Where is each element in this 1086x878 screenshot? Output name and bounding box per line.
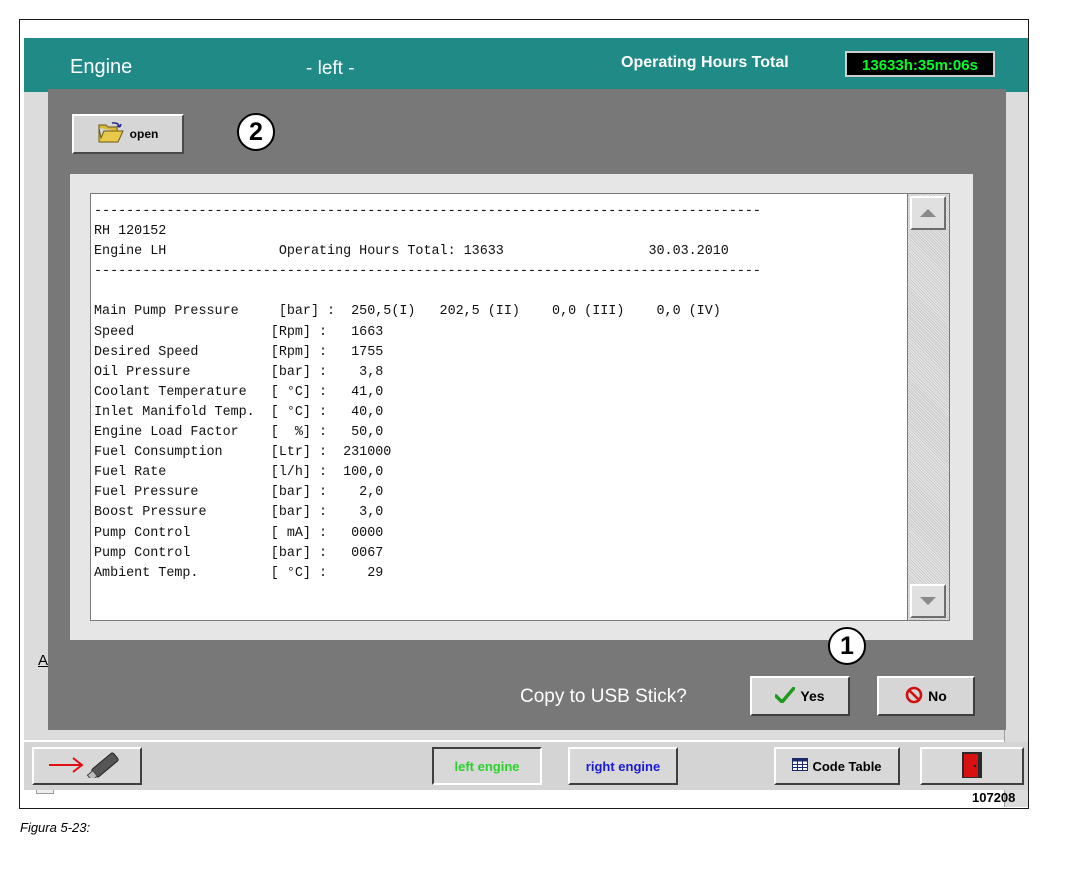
right-engine-label: right engine xyxy=(585,758,661,774)
usb-stick-icon xyxy=(47,751,127,781)
exit-button[interactable] xyxy=(920,747,1024,785)
usb-stick-button[interactable] xyxy=(32,747,142,785)
scroll-down-button[interactable] xyxy=(910,584,946,618)
page-title: Engine xyxy=(70,56,133,78)
usb-export-dialog: open 2 ---------------------------------… xyxy=(48,89,1006,730)
code-table-label: Code Table xyxy=(812,758,882,774)
scroll-up-button[interactable] xyxy=(910,196,946,230)
callout-1: 1 xyxy=(828,627,866,665)
open-button[interactable]: open xyxy=(72,114,184,154)
callout-2: 2 xyxy=(237,113,275,151)
prohibited-icon xyxy=(905,686,923,707)
checkmark-icon xyxy=(774,685,797,706)
exit-door-icon xyxy=(961,751,983,782)
figure-caption: Figura 5-23: xyxy=(20,820,91,835)
no-button-label: No xyxy=(928,688,947,704)
yes-button-label: Yes xyxy=(800,688,825,704)
figure-id: 107208 xyxy=(972,790,1016,805)
engine-side-label: - left - xyxy=(306,58,355,79)
report-panel: ----------------------------------------… xyxy=(70,174,973,640)
no-button[interactable]: No xyxy=(877,676,975,716)
code-table-button[interactable]: Code Table xyxy=(774,747,900,785)
bottom-toolbar: left engine right engine Code Table xyxy=(24,742,1028,790)
yes-button[interactable]: Yes xyxy=(750,676,850,716)
open-button-label: open xyxy=(129,127,159,141)
background-label-stub: A xyxy=(38,652,49,669)
operating-hours-label: Operating Hours Total xyxy=(621,54,789,71)
operating-hours-counter: 13633h:35m:06s xyxy=(845,51,995,77)
right-engine-button[interactable]: right engine xyxy=(568,747,678,785)
copy-question: Copy to USB Stick? xyxy=(520,686,687,707)
left-engine-button[interactable]: left engine xyxy=(432,747,542,785)
table-icon xyxy=(792,758,809,774)
arrow-down-icon xyxy=(920,597,936,605)
left-engine-label: left engine xyxy=(454,758,520,774)
report-scrollbar[interactable] xyxy=(908,193,950,621)
screenshot-frame: Engine - left - Operating Hours Total 13… xyxy=(19,19,1029,809)
report-text: ----------------------------------------… xyxy=(94,204,761,581)
title-bar: Engine - left - Operating Hours Total 13… xyxy=(24,38,1028,92)
arrow-up-icon xyxy=(920,209,936,217)
folder-open-icon xyxy=(98,121,124,147)
report-text-view[interactable]: ----------------------------------------… xyxy=(90,193,908,621)
